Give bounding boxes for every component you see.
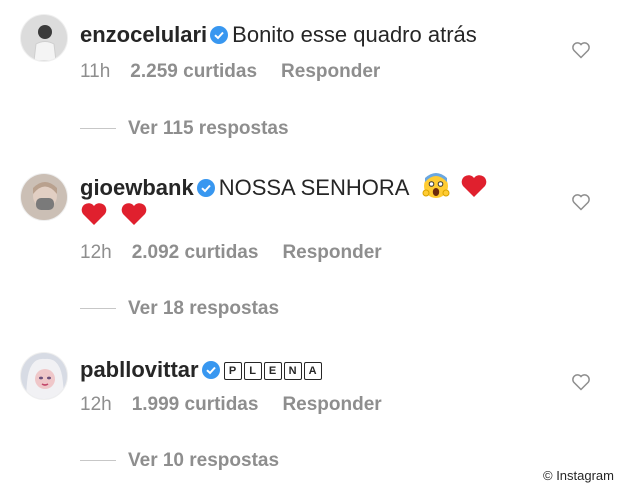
view-replies-label: Ver 10 respostas: [128, 450, 280, 471]
avatar-person-icon: [21, 353, 67, 399]
comment-line: pabllovittar P L E N A: [80, 352, 324, 385]
comment-line: enzocelulari Bonito esse quadro atrás: [80, 20, 477, 50]
instagram-watermark: © Instagram: [543, 468, 614, 483]
likes-count[interactable]: 1.999 curtidas: [132, 394, 259, 415]
divider: [80, 308, 116, 310]
comment-time: 12h: [80, 242, 112, 263]
screaming-face-emoji: [422, 173, 450, 198]
boxed-letter: P: [223, 362, 242, 380]
view-replies-label: Ver 115 respostas: [128, 118, 289, 139]
view-replies-button[interactable]: Ver 18 respostas: [80, 298, 279, 320]
boxed-letter: L: [243, 362, 262, 380]
likes-count[interactable]: 2.259 curtidas: [130, 61, 257, 82]
username[interactable]: pabllovittar: [80, 357, 199, 382]
comment-meta: 11h 2.259 curtidas Responder: [80, 61, 380, 83]
red-heart-emoji: [81, 203, 107, 225]
divider: [80, 460, 116, 462]
like-heart-icon[interactable]: [571, 192, 591, 212]
verified-badge-icon: [201, 361, 220, 379]
comment-text: Bonito esse quadro atrás: [232, 22, 477, 47]
reply-button[interactable]: Responder: [282, 394, 381, 415]
username[interactable]: enzocelulari: [80, 22, 207, 47]
like-heart-icon[interactable]: [571, 40, 591, 60]
verified-badge-icon: [210, 26, 229, 44]
username[interactable]: gioewbank: [80, 175, 194, 200]
view-replies-label: Ver 18 respostas: [128, 298, 280, 319]
reply-button[interactable]: Responder: [281, 61, 380, 82]
like-heart-icon[interactable]: [571, 372, 591, 392]
avatar-person-icon: [21, 174, 67, 220]
comment-meta: 12h 1.999 curtidas Responder: [80, 394, 382, 416]
boxed-letter: A: [303, 362, 322, 380]
view-replies-button[interactable]: Ver 10 respostas: [80, 450, 279, 472]
view-replies-button[interactable]: Ver 115 respostas: [80, 118, 289, 140]
verified-badge-icon: [196, 179, 215, 197]
avatar[interactable]: [20, 352, 68, 400]
divider: [80, 128, 116, 130]
comment-line-continued: [80, 200, 148, 231]
red-heart-emoji: [121, 203, 147, 225]
comment-time: 11h: [80, 61, 111, 82]
comment-time: 12h: [80, 394, 112, 415]
avatar[interactable]: [20, 173, 68, 221]
comment-line: gioewbank NOSSA SENHORA: [80, 172, 488, 203]
comment-meta: 12h 2.092 curtidas Responder: [80, 242, 382, 264]
avatar-person-icon: [21, 15, 67, 61]
red-heart-emoji: [462, 175, 487, 197]
reply-button[interactable]: Responder: [282, 242, 381, 263]
boxed-letter: E: [263, 362, 282, 380]
comment-text: NOSSA SENHORA: [218, 175, 409, 200]
boxed-letters-text: PLENA: [223, 352, 324, 382]
boxed-letter: N: [283, 362, 302, 380]
likes-count[interactable]: 2.092 curtidas: [132, 242, 259, 263]
avatar[interactable]: [20, 14, 68, 62]
